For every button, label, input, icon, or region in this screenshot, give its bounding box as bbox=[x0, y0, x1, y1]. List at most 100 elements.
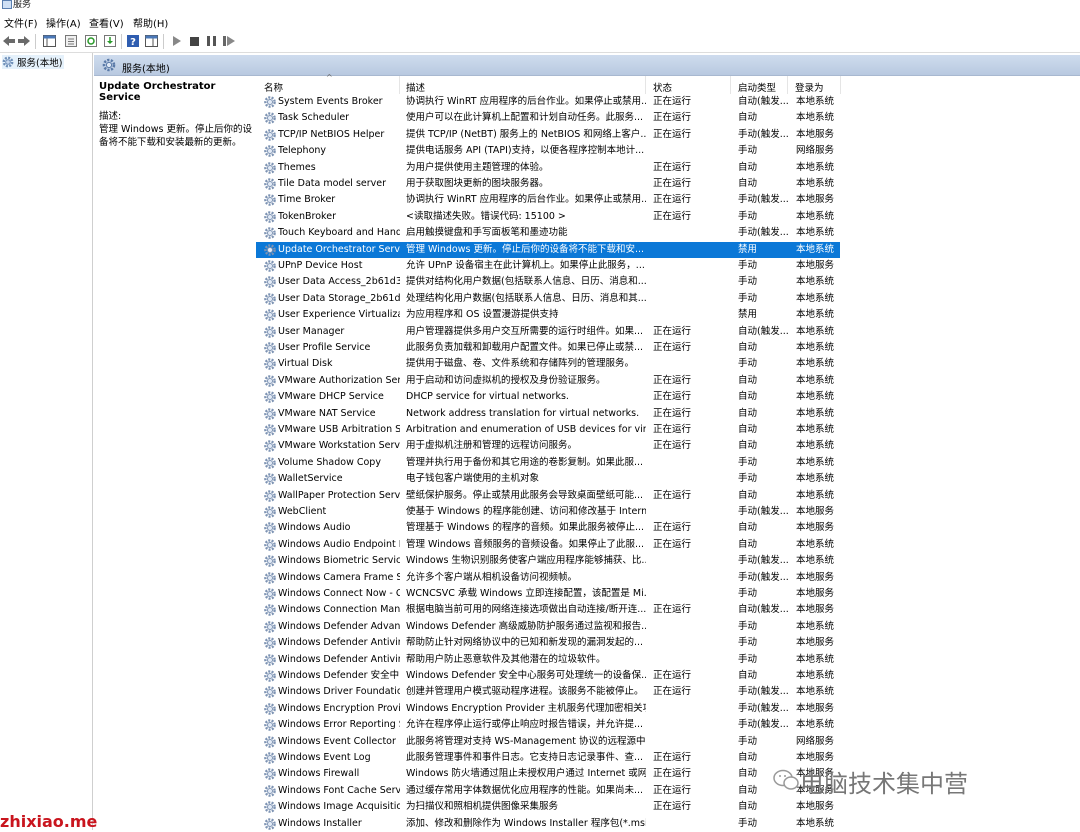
menu-action[interactable]: 操作(A) bbox=[46, 15, 81, 30]
menu-view[interactable]: 查看(V) bbox=[89, 15, 124, 30]
service-row[interactable]: User Data Access_2b61d305 提供对结构化用户数据(包括联系… bbox=[256, 274, 840, 290]
service-row[interactable]: Windows Audio 管理基于 Windows 的程序的音频。如果此服务被停… bbox=[256, 520, 840, 536]
service-row[interactable]: Telephony 提供电话服务 API (TAPI)支持，以便各程序控制本地计.… bbox=[256, 143, 840, 159]
service-row[interactable]: Windows Camera Frame S... 允许多个客户端从相机设备访问视… bbox=[256, 570, 840, 586]
service-row[interactable]: WebClient 使基于 Windows 的程序能创建、访问和修改基于 Inte… bbox=[256, 504, 840, 520]
service-row[interactable]: UPnP Device Host 允许 UPnP 设备宿主在此计算机上。如果停止此… bbox=[256, 258, 840, 274]
back-button[interactable] bbox=[2, 34, 15, 48]
service-logon-as: 本地系统 bbox=[796, 161, 835, 173]
service-row[interactable]: TCP/IP NetBIOS Helper 提供 TCP/IP (NetBT) 服… bbox=[256, 127, 840, 143]
service-row[interactable]: Themes 为用户提供使用主题管理的体验。 正在运行 自动 本地系统 bbox=[256, 160, 840, 176]
column-header-logon[interactable]: 登录为 bbox=[787, 76, 841, 94]
gear-icon bbox=[264, 456, 276, 469]
properties-button[interactable] bbox=[64, 34, 78, 48]
service-status: 正在运行 bbox=[653, 752, 692, 763]
service-row[interactable]: User Manager 用户管理器提供多用户交互所需要的运行时组件。如果... 正… bbox=[256, 324, 840, 340]
pane-header-title: 服务(本地) bbox=[122, 64, 170, 75]
service-row[interactable]: Virtual Disk 提供用于磁盘、卷、文件系统和存储阵列的管理服务。 手动 本地… bbox=[256, 356, 840, 372]
service-name: System Events Broker bbox=[278, 96, 383, 107]
service-startup-type: 自动 bbox=[738, 178, 758, 189]
show-hide-tree-button[interactable] bbox=[42, 34, 56, 48]
refresh-button[interactable] bbox=[84, 34, 98, 48]
service-row[interactable]: VMware NAT Service Network address transl… bbox=[256, 406, 840, 422]
service-description: 使用户可以在此计算机上配置和计划自动任务。此服务... bbox=[406, 112, 644, 124]
service-row[interactable]: Tile Data model server 用于获取图块更新的图块服务器。 正在运… bbox=[256, 176, 840, 192]
service-logon-as: 本地服务 bbox=[796, 801, 835, 813]
service-description: 提供电话服务 API (TAPI)支持，以便各程序控制本地计... bbox=[406, 145, 645, 157]
service-row[interactable]: VMware Workstation Server 用于虚拟机注册和管理的远程访问… bbox=[256, 438, 840, 454]
service-row[interactable]: Windows Event Collector 此服务将管理对支持 WS-Mana… bbox=[256, 734, 840, 750]
service-row[interactable]: Windows Defender 安全中... Windows Defender … bbox=[256, 668, 840, 684]
service-startup-type: 手动 bbox=[738, 456, 758, 468]
service-row[interactable]: VMware Authorization Ser... 用于启动和访问虚拟机的授权… bbox=[256, 373, 840, 389]
service-row[interactable]: Windows Connection Man... 根据电脑当前可用的网络连接选项… bbox=[256, 602, 840, 618]
pause-service-button[interactable] bbox=[205, 34, 217, 48]
tree-node-services-local[interactable]: 服务(本地) bbox=[2, 55, 65, 69]
service-row[interactable]: Windows Firewall Windows 防火墙通过阻止未授权用户通过 I… bbox=[256, 766, 840, 782]
service-row[interactable]: System Events Broker 协调执行 WinRT 应用程序的后台作业… bbox=[256, 94, 840, 110]
service-startup-type: 自动(触发... bbox=[738, 96, 789, 107]
service-row[interactable]: User Data Storage_2b61d3... 处理结构化用户数据(包括联… bbox=[256, 291, 840, 307]
service-row[interactable]: Touch Keyboard and Hand... 启用触摸键盘和手写面板笔和墨… bbox=[256, 225, 840, 241]
service-startup-type: 手动 bbox=[738, 637, 758, 649]
service-row-selected[interactable]: Update Orchestrator Service 管理 Windows 更新… bbox=[256, 241, 840, 258]
service-logon-as: 本地系统 bbox=[796, 686, 835, 698]
column-header-name[interactable]: ^ 名称 bbox=[256, 73, 400, 94]
gear-icon bbox=[264, 112, 276, 125]
service-description: 为用户提供使用主题管理的体验。 bbox=[406, 161, 549, 173]
restart-icon bbox=[223, 36, 235, 46]
service-name: Windows Installer bbox=[278, 817, 362, 829]
service-row[interactable]: Windows Biometric Service Windows 生物识别服务使… bbox=[256, 553, 840, 569]
service-row[interactable]: User Experience Virtualizat... 为应用程序和 OS … bbox=[256, 307, 840, 323]
gear-icon bbox=[264, 473, 276, 485]
service-description: Network address translation for virtual … bbox=[406, 407, 640, 419]
service-logon-as: 本地服务 bbox=[796, 506, 835, 517]
service-row[interactable]: Windows Audio Endpoint B... 管理 Windows 音频… bbox=[256, 537, 840, 553]
service-row[interactable]: Time Broker 协调执行 WinRT 应用程序的后台作业。如果停止或禁用.… bbox=[256, 192, 840, 208]
help-button[interactable]: ? bbox=[126, 34, 140, 48]
gear-icon bbox=[264, 620, 276, 633]
menu-file[interactable]: 文件(F) bbox=[4, 15, 38, 30]
restart-service-button[interactable] bbox=[222, 34, 236, 48]
service-logon-as: 本地系统 bbox=[796, 325, 835, 337]
service-name: Telephony bbox=[278, 145, 327, 157]
service-row[interactable]: Windows Error Reporting S... 允许在程序停止运行或停止… bbox=[256, 717, 840, 733]
watermark-right: 电脑技术集中营 bbox=[800, 770, 968, 798]
service-row[interactable]: Windows Driver Foundatio... 创建并管理用户模式驱动程序… bbox=[256, 684, 840, 700]
service-row[interactable]: WallPaper Protection Servi... 壁纸保护服务。停止或禁… bbox=[256, 488, 840, 504]
service-row[interactable]: Windows Defender Advan... Windows Defende… bbox=[256, 619, 840, 635]
column-header-description[interactable]: 描述 bbox=[398, 76, 646, 94]
service-row[interactable]: Windows Event Log 此服务管理事件和事件日志。它支持日志记录事件、… bbox=[256, 750, 840, 766]
action-pane-button[interactable] bbox=[144, 34, 158, 48]
service-row[interactable]: Windows Image Acquisitio... 为扫描仪和照相机提供图像采… bbox=[256, 799, 840, 815]
gear-icon bbox=[264, 292, 276, 305]
forward-button[interactable] bbox=[17, 34, 30, 48]
service-description: 根据电脑当前可用的网络连接选项做出自动连接/断开连... bbox=[406, 604, 646, 616]
stop-service-button[interactable] bbox=[188, 34, 200, 48]
service-row[interactable]: Volume Shadow Copy 管理并执行用于备份和其它用途的卷影复制。如果… bbox=[256, 455, 840, 471]
service-row[interactable]: User Profile Service 此服务负责加载和卸载用户配置文件。如果已… bbox=[256, 340, 840, 356]
service-row[interactable]: Windows Connect Now - C... WCNCSVC 承载 Win… bbox=[256, 586, 840, 602]
column-header-status[interactable]: 状态 bbox=[645, 76, 731, 94]
service-startup-type: 手动(触发... bbox=[738, 555, 789, 567]
service-logon-as: 本地系统 bbox=[796, 210, 835, 222]
service-row[interactable]: Windows Defender Antivir... 帮助防止针对网络协议中的已… bbox=[256, 635, 840, 651]
service-startup-type: 自动 bbox=[738, 489, 758, 501]
service-row[interactable]: Windows Font Cache Servi... 通过缓存常用字体数据优化应… bbox=[256, 783, 840, 799]
service-row[interactable]: Windows Encryption Provid... Windows Encr… bbox=[256, 701, 840, 717]
service-row[interactable]: WalletService 电子钱包客户端使用的主机对象 手动 本地系统 bbox=[256, 471, 840, 487]
service-row[interactable]: VMware USB Arbitration S... Arbitration a… bbox=[256, 422, 840, 438]
description-text: 管理 Windows 更新。停止后你的设备将不能下载和安装最新的更新。 bbox=[99, 124, 252, 148]
service-row[interactable]: TokenBroker <读取描述失败。错误代码: 15100 > 正在运行 手动 本地… bbox=[256, 209, 840, 225]
export-list-button[interactable] bbox=[103, 34, 117, 48]
menu-help[interactable]: 帮助(H) bbox=[133, 15, 168, 30]
column-header-startup-type[interactable]: 启动类型 bbox=[730, 76, 788, 94]
service-startup-type: 自动 bbox=[738, 440, 758, 452]
service-row[interactable]: Windows Defender Antivir... 帮助用户防止恶意软件及其他… bbox=[256, 652, 840, 668]
service-row[interactable]: VMware DHCP Service DHCP service for virt… bbox=[256, 389, 840, 405]
start-service-button[interactable] bbox=[170, 34, 182, 48]
pause-icon bbox=[206, 36, 216, 46]
service-row[interactable]: Task Scheduler 使用户可以在此计算机上配置和计划自动任务。此服务..… bbox=[256, 110, 840, 126]
service-name: Tile Data model server bbox=[278, 178, 387, 189]
service-name: Touch Keyboard and Hand... bbox=[278, 227, 400, 239]
